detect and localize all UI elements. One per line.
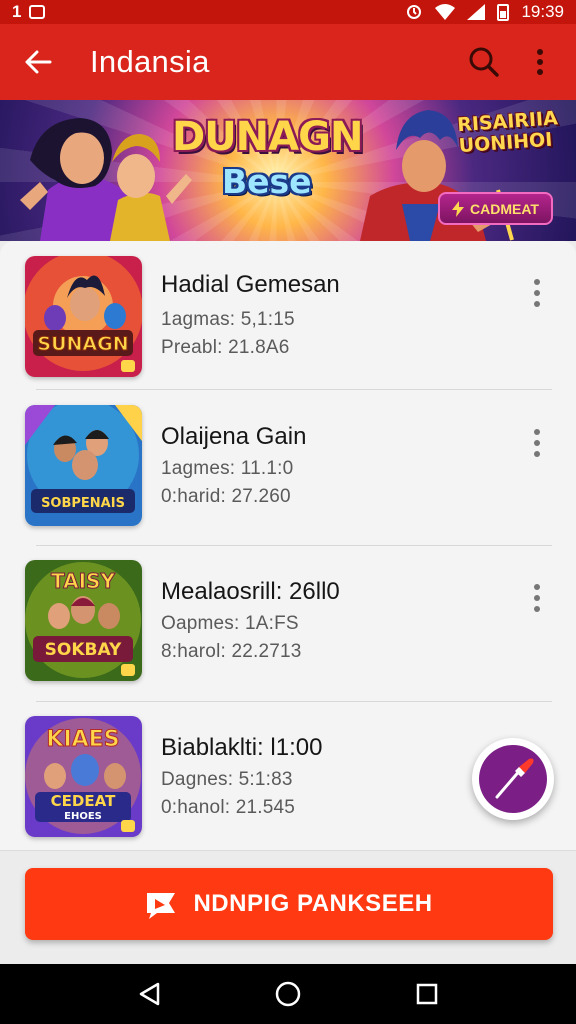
- item-meta-1: 1agmas: 5,1:15: [161, 309, 295, 330]
- thumbnail-text: SOKBAY: [45, 640, 122, 660]
- item-menu-button[interactable]: [522, 578, 552, 618]
- more-vert-icon: [537, 49, 543, 75]
- divider: [36, 701, 552, 702]
- more-vert-icon: [534, 429, 540, 457]
- list-item[interactable]: SUNAGN Hadial Gemesan 1agmas: 5,1:15 Pre…: [0, 241, 576, 396]
- game-thumbnail: TAISY SOKBAY: [25, 560, 142, 681]
- nav-home-button[interactable]: [258, 964, 318, 1024]
- app-bar: Indansia: [0, 24, 576, 100]
- status-left-text: 1: [12, 2, 22, 21]
- divider: [36, 545, 552, 546]
- square-recents-icon: [416, 983, 437, 1005]
- circle-home-icon: [275, 981, 301, 1007]
- alarm-icon: [407, 5, 422, 19]
- thumbnail-text: SUNAGN: [37, 333, 128, 355]
- item-meta-1: 1agmes: 11.1:0: [161, 458, 294, 479]
- item-title: Biablaklti: l1:00: [161, 734, 323, 761]
- nav-back-button[interactable]: [119, 964, 179, 1024]
- signal-icon: [467, 4, 486, 20]
- game-thumbnail: SOBPENAIS: [25, 405, 142, 526]
- overflow-menu-button[interactable]: [514, 24, 566, 100]
- item-title: Olaijena Gain: [161, 423, 307, 450]
- svg-text:TAISY: TAISY: [51, 569, 115, 593]
- divider: [36, 389, 552, 390]
- item-meta-2: 8:harol: 22.2713: [161, 641, 302, 662]
- banner-cta-button[interactable]: CADMEAT: [438, 192, 553, 225]
- item-meta-1: Dagnes: 5:1:83: [161, 769, 293, 790]
- list-item[interactable]: TAISY SOKBAY Mealaosrill: 26ll0 Oapmes: …: [0, 551, 576, 706]
- banner-title: DUNAGN: [172, 114, 363, 160]
- banner-side-text: RISAIRIIA UONIHOI: [457, 107, 559, 157]
- page-title: Indansia: [90, 44, 210, 79]
- status-bar: 1 19:39: [0, 0, 576, 24]
- item-meta-2: Preabl: 21.8A6: [161, 337, 290, 358]
- primary-action-label: NDNPIG PANKSEEH: [193, 890, 433, 917]
- brush-icon: [495, 758, 534, 799]
- svg-text:KIAES: KIAES: [46, 727, 119, 752]
- item-meta-2: 0:harid: 27.260: [161, 486, 291, 507]
- brush-fab[interactable]: [472, 738, 554, 820]
- bottom-action-area: NDNPIG PANKSEEH: [0, 850, 576, 964]
- svg-text:EHOES: EHOES: [64, 811, 102, 822]
- banner-subtitle: Bese: [222, 162, 312, 201]
- thumbnail-text: CEDEAT: [51, 792, 116, 810]
- fab-inner: [479, 745, 547, 813]
- notification-icon: [29, 5, 46, 19]
- back-button[interactable]: [0, 24, 76, 100]
- banner-cta-label: CADMEAT: [470, 200, 539, 217]
- item-menu-button[interactable]: [522, 273, 552, 313]
- system-nav-bar: [0, 964, 576, 1024]
- item-menu-button[interactable]: [522, 423, 552, 463]
- bolt-icon: [452, 200, 465, 217]
- item-title: Hadial Gemesan: [161, 271, 340, 298]
- wifi-icon: [435, 4, 456, 20]
- flag-icon: [147, 893, 176, 919]
- search-icon: [469, 47, 499, 77]
- list-item[interactable]: SOBPENAIS Olaijena Gain 1agmes: 11.1:0 0…: [0, 396, 576, 551]
- game-thumbnail: SUNAGN: [25, 256, 142, 377]
- item-meta-1: Oapmes: 1A:FS: [161, 613, 299, 634]
- battery-icon: [497, 4, 510, 21]
- item-meta-2: 0:hanol: 21.545: [161, 797, 296, 818]
- triangle-back-icon: [140, 982, 160, 1006]
- more-vert-icon: [534, 279, 540, 307]
- search-button[interactable]: [454, 24, 514, 100]
- promo-banner[interactable]: DUNAGN Bese RISAIRIIA UONIHOI CADMEAT: [0, 100, 576, 241]
- more-vert-icon: [534, 584, 540, 612]
- game-thumbnail: KIAES CEDEAT EHOES: [25, 716, 142, 837]
- arrow-left-icon: [25, 50, 52, 74]
- status-time: 19:39: [521, 2, 564, 21]
- item-title: Mealaosrill: 26ll0: [161, 578, 340, 605]
- nav-recents-button[interactable]: [397, 964, 457, 1024]
- thumbnail-text: SOBPENAIS: [41, 496, 125, 511]
- primary-action-button[interactable]: NDNPIG PANKSEEH: [25, 868, 553, 940]
